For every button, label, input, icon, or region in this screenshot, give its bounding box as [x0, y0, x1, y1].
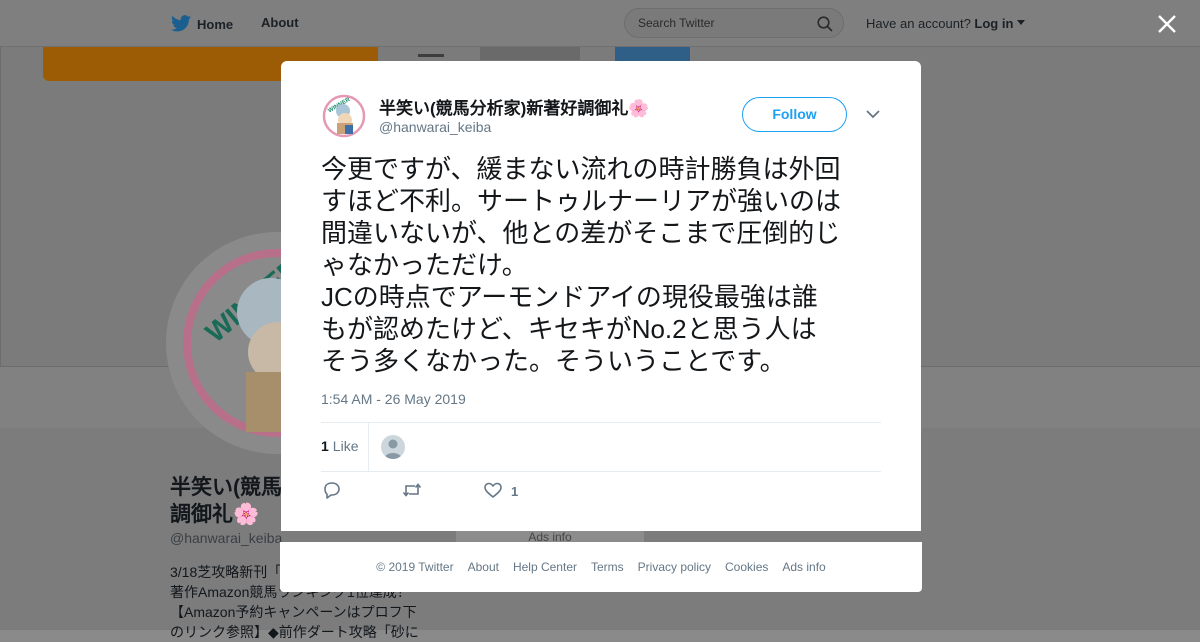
author-name[interactable]: 半笑い(競馬分析家)新著好調御礼🌸	[379, 94, 650, 119]
search-icon[interactable]	[817, 16, 833, 32]
likes-count: 1	[321, 438, 329, 454]
chevron-down-icon[interactable]	[1017, 20, 1026, 26]
liker-avatar[interactable]	[381, 435, 405, 459]
search-box[interactable]	[624, 8, 844, 38]
tweet-stats: 1 Like	[321, 422, 881, 472]
account-prompt-text: Have an account?	[866, 16, 971, 31]
author-avatar[interactable]: WINNER	[321, 93, 367, 139]
twitter-bird-icon	[171, 15, 191, 32]
close-icon[interactable]	[1154, 11, 1180, 37]
tweet-modal: WINNER 半笑い(競馬分析家)新著好調御礼🌸 @hanwarai_keiba…	[281, 61, 921, 531]
account-prompt: Have an account? Log in	[866, 16, 1026, 31]
heart-icon[interactable]	[482, 479, 504, 501]
footer-link-privacy[interactable]: Privacy policy	[638, 560, 711, 574]
likes-label: Like	[332, 438, 359, 454]
nav-about[interactable]: About	[261, 15, 299, 30]
chevron-down-icon[interactable]	[865, 108, 881, 120]
footer-links: © 2019 Twitter About Help Center Terms P…	[280, 542, 922, 592]
footer-link-about[interactable]: About	[468, 560, 499, 574]
profile-name-line2: 調御礼🌸	[170, 503, 260, 526]
footer-link-ads-info[interactable]: Ads info	[782, 560, 825, 574]
stats-divider	[368, 423, 369, 471]
profile-name-line1: 半笑い(競馬	[170, 476, 282, 499]
top-navigation-bar: Home About Have an account? Log in	[0, 0, 1200, 47]
author-handle[interactable]: @hanwarai_keiba	[379, 119, 491, 135]
likes-stat[interactable]: 1 Like	[321, 438, 358, 454]
tweet-text: 今更ですが、緩まない流れの時計勝負は外回 すほど不利。サートゥルナーリアが強いの…	[321, 154, 842, 376]
nav-home[interactable]: Home	[171, 15, 233, 32]
profile-handle: @hanwarai_keiba	[170, 530, 283, 546]
follow-button[interactable]: Follow	[742, 97, 847, 132]
like-action-count: 1	[511, 484, 519, 499]
retweet-icon[interactable]	[401, 479, 423, 501]
modal-footer: © 2019 Twitter About Help Center Terms P…	[280, 542, 922, 592]
footer-link-help-center[interactable]: Help Center	[513, 560, 577, 574]
footer-link-cookies[interactable]: Cookies	[725, 560, 768, 574]
reply-icon[interactable]	[321, 479, 343, 501]
search-input[interactable]	[636, 15, 810, 31]
footer-link-terms[interactable]: Terms	[591, 560, 624, 574]
tweet-timestamp[interactable]: 1:54 AM - 26 May 2019	[321, 391, 466, 407]
login-link[interactable]: Log in	[974, 16, 1013, 31]
nav-home-label: Home	[197, 17, 234, 32]
profile-name: 半笑い(競馬 調御礼🌸	[170, 474, 290, 528]
footer-copyright: © 2019 Twitter	[376, 560, 454, 574]
